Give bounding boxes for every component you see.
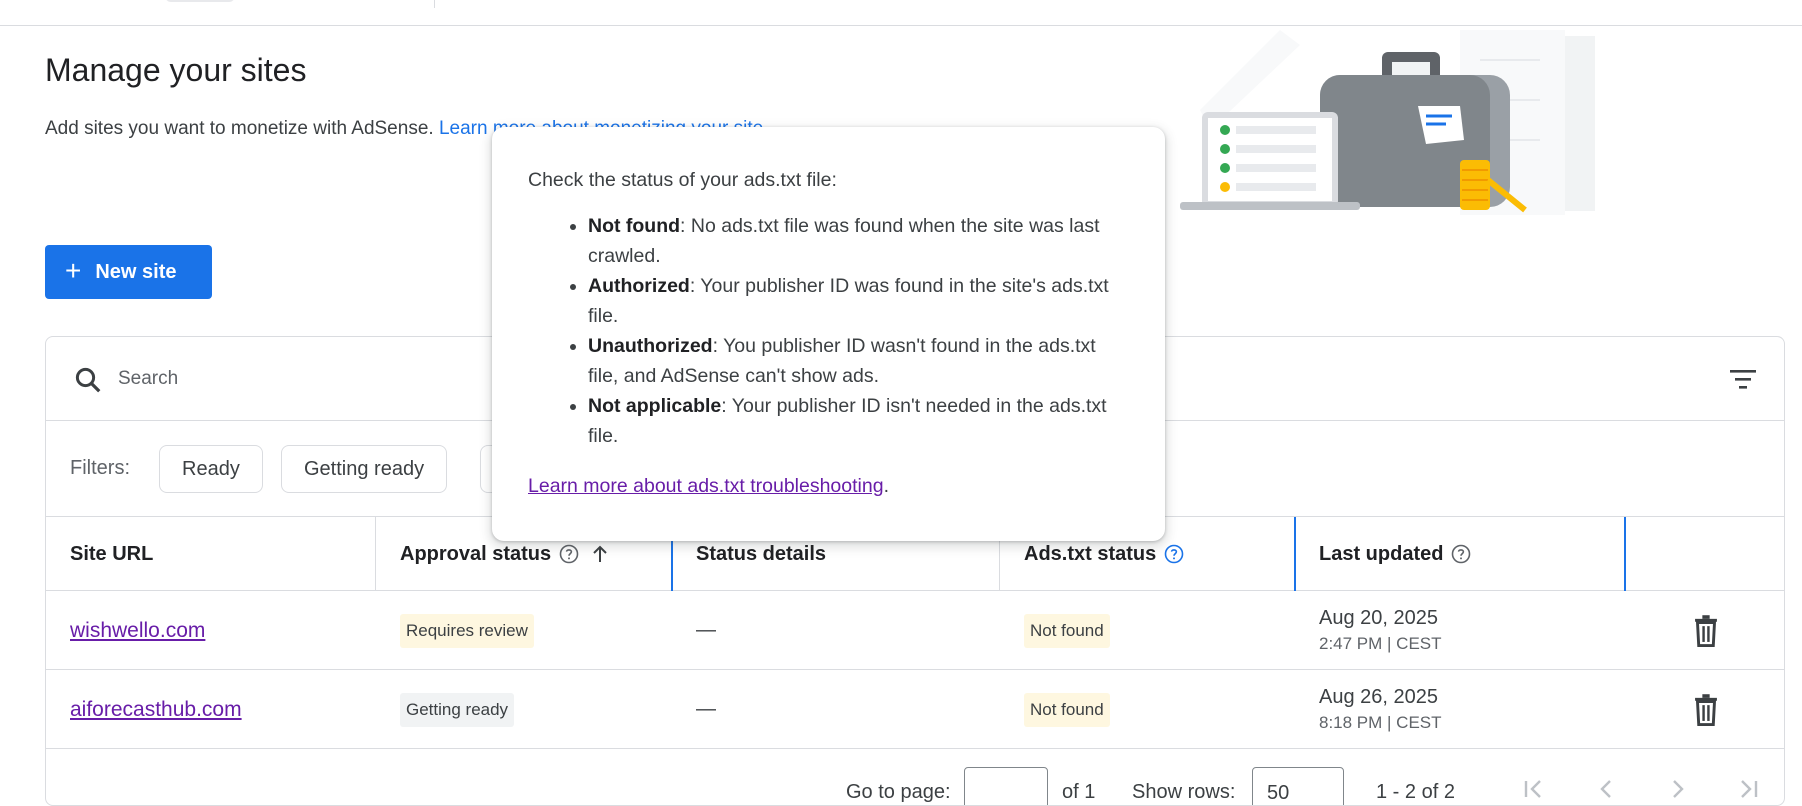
approval-status-badge: Getting ready	[400, 692, 515, 727]
first-page-icon[interactable]	[1520, 775, 1548, 803]
column-divider	[1624, 517, 1626, 591]
page-count-label: of 1	[1062, 781, 1096, 803]
last-updated-date: Aug 20, 2025	[1319, 607, 1438, 629]
goto-page-label: Go to page:	[846, 781, 951, 803]
sort-ascending-icon[interactable]	[591, 544, 609, 564]
top-bar-divider	[434, 0, 435, 8]
header-status-details-label: Status details	[696, 542, 827, 565]
tooltip-list-item: Authorized: Your publisher ID was found …	[588, 271, 1129, 331]
tooltip-status-list: Not found: No ads.txt file was found whe…	[588, 211, 1129, 451]
search-input[interactable]	[118, 359, 538, 399]
top-bar-tab-fragment	[165, 0, 235, 2]
filter-chip-getting-ready[interactable]: Getting ready	[281, 445, 448, 493]
last-page-icon[interactable]	[1734, 775, 1762, 803]
ads-txt-troubleshooting-link[interactable]: Learn more about ads.txt troubleshooting	[528, 475, 884, 497]
show-rows-label: Show rows:	[1132, 781, 1236, 803]
ads-txt-status-badge: Not found	[1024, 613, 1110, 648]
new-site-label: New site	[95, 260, 177, 283]
page-title: Manage your sites	[45, 52, 307, 88]
tooltip-term: Unauthorized	[588, 335, 713, 357]
tooltip-list-item: Not applicable: Your publisher ID isn't …	[588, 391, 1129, 451]
tooltip-intro: Check the status of your ads.txt file:	[528, 169, 837, 191]
tooltip-term: Not found	[588, 215, 681, 237]
plus-icon: +	[65, 255, 82, 286]
header-approval-status-label: Approval status	[400, 542, 552, 565]
next-page-icon[interactable]	[1664, 775, 1692, 803]
pagination-bar: Go to page: of 1 Show rows: 50 1 - 2 of …	[46, 749, 1784, 805]
tooltip-link-suffix: .	[883, 475, 889, 497]
last-updated-value: Aug 26, 2025 8:18 PM | CEST	[1319, 686, 1442, 733]
header-site-url[interactable]: Site URL	[46, 517, 153, 591]
filter-list-icon[interactable]	[1728, 367, 1758, 391]
filters-label: Filters:	[70, 457, 130, 479]
help-icon[interactable]	[559, 544, 579, 564]
help-icon[interactable]	[1451, 544, 1471, 564]
delete-icon[interactable]	[1691, 614, 1721, 648]
status-details-value: —	[696, 619, 716, 641]
rows-per-page-value: 50	[1267, 782, 1290, 804]
site-link[interactable]: aiforecasthub.com	[70, 698, 242, 722]
header-site-url-label: Site URL	[70, 542, 154, 565]
ads-txt-status-badge: Not found	[1024, 692, 1110, 727]
rows-per-page-select[interactable]: 50	[1252, 767, 1344, 805]
page-subtitle-text: Add sites you want to monetize with AdSe…	[45, 118, 434, 139]
search-icon	[75, 367, 101, 393]
filter-chip-ready[interactable]: Ready	[159, 445, 263, 493]
table-row: wishwello.com Requires review — Not foun…	[46, 591, 1784, 670]
top-bar	[0, 0, 1802, 26]
new-site-button[interactable]: + New site	[45, 245, 212, 299]
goto-page-input[interactable]	[964, 767, 1048, 805]
table-row: aiforecasthub.com Getting ready — Not fo…	[46, 670, 1784, 749]
help-icon[interactable]	[1164, 544, 1184, 564]
header-last-updated[interactable]: Last updated	[1295, 517, 1471, 591]
delete-icon[interactable]	[1691, 693, 1721, 727]
sites-illustration	[1180, 30, 1595, 215]
tooltip-list-item: Unauthorized: You publisher ID wasn't fo…	[588, 331, 1129, 391]
last-updated-date: Aug 26, 2025	[1319, 686, 1438, 708]
header-ads-txt-status-label: Ads.txt status	[1024, 542, 1157, 565]
tooltip-term: Not applicable	[588, 395, 722, 417]
header-last-updated-label: Last updated	[1319, 542, 1444, 565]
tooltip-list-item: Not found: No ads.txt file was found whe…	[588, 211, 1129, 271]
last-updated-time: 8:18 PM | CEST	[1319, 713, 1442, 732]
tooltip-link-row: Learn more about ads.txt troubleshooting…	[528, 471, 1129, 501]
approval-status-badge: Requires review	[400, 613, 534, 648]
site-link[interactable]: wishwello.com	[70, 619, 205, 643]
tooltip-term: Authorized	[588, 275, 690, 297]
ads-txt-help-tooltip: Check the status of your ads.txt file: N…	[492, 127, 1165, 541]
last-updated-time: 2:47 PM | CEST	[1319, 634, 1442, 653]
row-range-label: 1 - 2 of 2	[1376, 781, 1455, 803]
last-updated-value: Aug 20, 2025 2:47 PM | CEST	[1319, 607, 1442, 654]
status-details-value: —	[696, 698, 716, 720]
previous-page-icon[interactable]	[1592, 775, 1620, 803]
